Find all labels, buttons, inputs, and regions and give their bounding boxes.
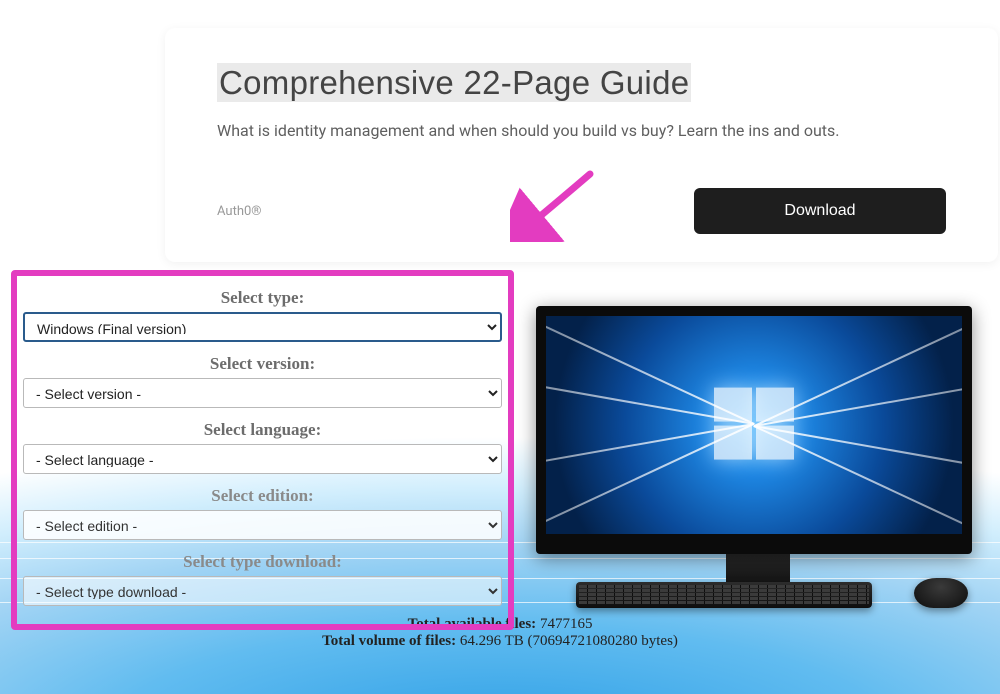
select-type[interactable]: Windows (Final version) [23,312,502,342]
ad-title[interactable]: Comprehensive 22-Page Guide [217,63,691,102]
ad-card: Comprehensive 22-Page Guide What is iden… [165,28,998,262]
download-button[interactable]: Download [694,188,946,234]
windows-logo-icon [714,388,794,460]
stats-files-value: 7477165 [540,616,593,632]
label-type: Select type: [23,284,502,312]
product-image [530,298,970,610]
label-download-type: Select type download: [23,548,502,576]
mouse-image [914,578,968,608]
select-edition[interactable]: - Select edition - [23,510,502,540]
ad-description: What is identity management and when sho… [217,120,946,142]
monitor-frame [536,306,972,554]
label-version: Select version: [23,350,502,378]
label-edition: Select edition: [23,482,502,510]
ad-brand: Auth0® [217,204,262,219]
stats-volume-label: Total volume of files: [322,633,456,649]
keyboard-image [576,582,872,608]
stats-volume-value: 64.296 TB (70694721080280 bytes) [460,633,678,649]
select-version[interactable]: - Select version - [23,378,502,408]
monitor-screen [546,316,962,534]
label-language: Select language: [23,416,502,444]
select-download-type[interactable]: - Select type download - [23,576,502,606]
select-language[interactable]: - Select language - [23,444,502,474]
selection-panel: Select type: Windows (Final version) Sel… [11,270,514,630]
